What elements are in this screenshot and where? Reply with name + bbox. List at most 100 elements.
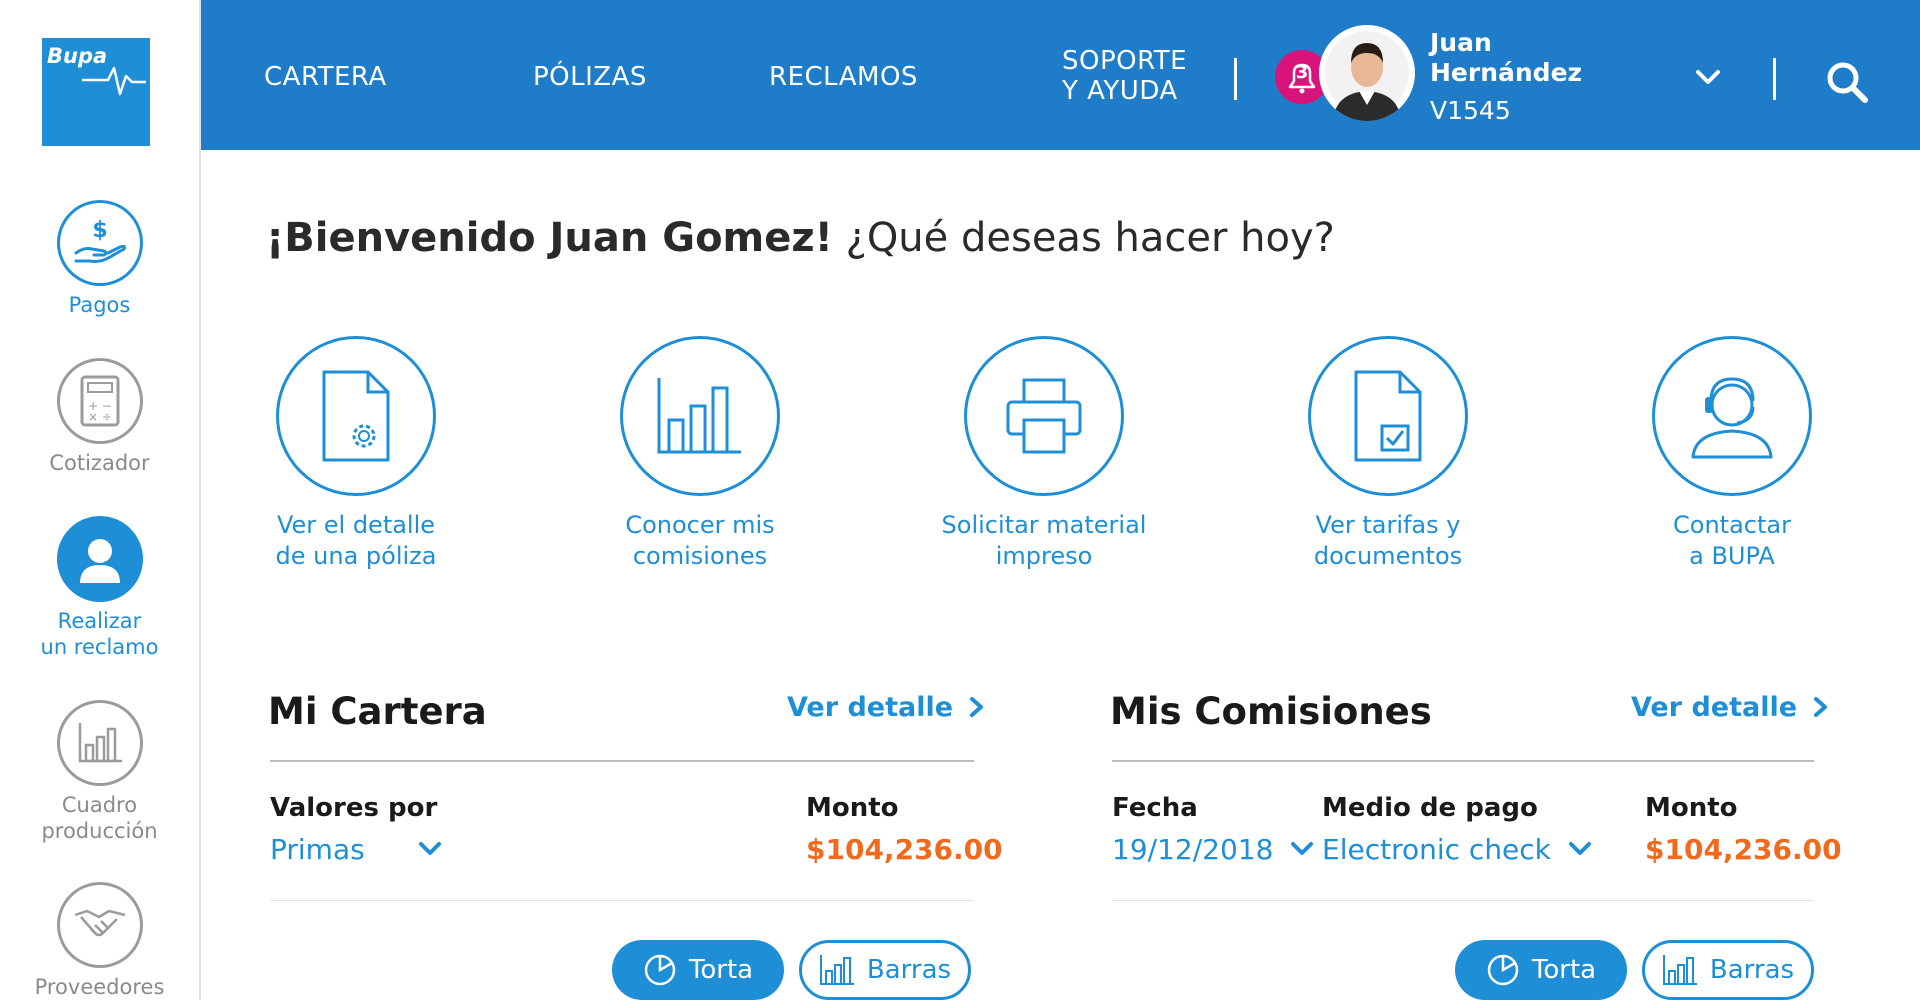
nav-reclamos[interactable]: RECLAMOS xyxy=(769,62,918,92)
handshake-icon xyxy=(74,909,125,937)
welcome-question: ¿Qué deseas hacer hoy? xyxy=(832,215,1335,261)
search-icon xyxy=(1827,62,1868,103)
cotizador-circle: + − × ÷ xyxy=(56,358,143,444)
heartbeat-icon xyxy=(82,66,146,96)
nav-soporte-line2: Y AYUDA xyxy=(1062,76,1178,106)
bar-chart-icon xyxy=(657,378,741,454)
fecha-select[interactable]: 19/12/2018 xyxy=(1112,833,1314,866)
sidebar-item-label-line1: Cuadro xyxy=(61,793,138,817)
fecha-value: 19/12/2018 xyxy=(1112,833,1274,866)
cartera-monto-label: Monto xyxy=(806,793,899,823)
comisiones-torta-button[interactable]: Torta xyxy=(1455,940,1627,1000)
action-tarifas-documentos[interactable]: Ver tarifas y documentos xyxy=(1238,336,1538,572)
action-label-line2: impreso xyxy=(995,542,1093,570)
cartera-barras-button[interactable]: Barras xyxy=(799,940,971,1000)
document-check-icon xyxy=(1354,370,1422,462)
svg-text:× ÷: × ÷ xyxy=(88,410,112,424)
action-label-line1: Ver el detalle xyxy=(276,511,436,539)
valores-por-select[interactable]: Primas xyxy=(270,833,442,866)
hand-dollar-icon: $ xyxy=(74,218,126,263)
header-divider xyxy=(1773,58,1776,100)
sidebar-item-label: Cotizador xyxy=(49,451,150,475)
sidebar-item-label: Pagos xyxy=(68,293,131,317)
comisiones-divider xyxy=(1112,760,1814,762)
comisiones-barras-button[interactable]: Barras xyxy=(1642,940,1814,1000)
search-button[interactable] xyxy=(1825,60,1869,104)
svg-text:$: $ xyxy=(92,218,107,243)
cartera-barras-label: Barras xyxy=(866,955,952,985)
pagos-circle: $ xyxy=(56,200,143,286)
sidebar-item-cuadro-produccion[interactable]: Cuadro producción xyxy=(0,700,199,844)
fecha-label: Fecha xyxy=(1112,793,1198,823)
action-circle xyxy=(276,336,436,496)
action-label-line1: Ver tarifas y xyxy=(1315,511,1461,539)
avatar[interactable] xyxy=(1319,25,1415,121)
chevron-down-icon xyxy=(1696,70,1720,84)
user-photo-icon xyxy=(1325,31,1409,121)
chevron-down-icon xyxy=(418,842,441,855)
cartera-monto-value: $104,236.00 xyxy=(806,833,1003,866)
action-label-line1: Conocer mis xyxy=(625,511,775,539)
cuadro-circle xyxy=(56,700,143,786)
action-ver-poliza[interactable]: Ver el detalle de una póliza xyxy=(206,336,506,572)
valores-por-label: Valores por xyxy=(270,793,438,823)
reclamo-circle xyxy=(56,516,143,602)
medio-pago-select[interactable]: Electronic check xyxy=(1322,833,1592,866)
cartera-row-divider xyxy=(270,900,974,901)
welcome-name: ¡Bienvenido Juan Gomez! xyxy=(266,215,833,261)
sidebar-item-cotizador[interactable]: + − × ÷ Cotizador xyxy=(0,358,199,476)
user-name[interactable]: Juan Hernández xyxy=(1430,28,1582,88)
user-first-name: Juan xyxy=(1430,28,1492,57)
chevron-right-icon xyxy=(970,697,984,717)
nav-cartera[interactable]: CARTERA xyxy=(264,62,387,92)
comisiones-ver-detalle-label: Ver detalle xyxy=(1631,692,1798,723)
cartera-torta-label: Torta xyxy=(688,955,754,985)
action-comisiones[interactable]: Conocer mis comisiones xyxy=(550,336,850,572)
nav-polizas[interactable]: PÓLIZAS xyxy=(533,62,647,92)
action-circle xyxy=(620,336,780,496)
action-circle xyxy=(1308,336,1468,496)
sidebar: Bupa $ Pagos + − × ÷ Cotizador Realizar … xyxy=(0,0,201,1000)
sidebar-item-label-line2: producción xyxy=(41,819,158,843)
policy-document-icon xyxy=(322,370,390,462)
headset-agent-icon xyxy=(79,535,120,583)
comisiones-torta-label: Torta xyxy=(1531,955,1597,985)
proveedores-circle xyxy=(56,882,143,968)
welcome-heading: ¡Bienvenido Juan Gomez! ¿Qué deseas hace… xyxy=(266,215,1335,261)
cartera-ver-detalle-label: Ver detalle xyxy=(787,692,954,723)
action-label-line1: Contactar xyxy=(1673,511,1791,539)
top-header: CARTERA PÓLIZAS RECLAMOS SOPORTE Y AYUDA… xyxy=(201,0,1920,150)
action-circle xyxy=(1652,336,1812,496)
user-last-name: Hernández xyxy=(1430,58,1583,87)
sidebar-item-pagos[interactable]: $ Pagos xyxy=(0,200,199,318)
cartera-ver-detalle-link[interactable]: Ver detalle xyxy=(787,692,986,723)
bar-chart-icon xyxy=(819,955,854,985)
printer-icon xyxy=(1006,378,1082,454)
calculator-icon: + − × ÷ xyxy=(80,375,119,427)
comisiones-monto-value: $104,236.00 xyxy=(1645,833,1842,866)
action-label-line2: comisiones xyxy=(632,542,768,570)
valores-por-value: Primas xyxy=(270,833,365,866)
nav-soporte-ayuda[interactable]: SOPORTE Y AYUDA xyxy=(1062,46,1187,106)
cartera-divider xyxy=(270,760,974,762)
action-circle xyxy=(964,336,1124,496)
bar-chart-icon xyxy=(1662,955,1697,985)
comisiones-title: Mis Comisiones xyxy=(1110,690,1432,733)
medio-pago-value: Electronic check xyxy=(1322,833,1551,866)
comisiones-monto-label: Monto xyxy=(1645,793,1738,823)
cartera-torta-button[interactable]: Torta xyxy=(612,940,784,1000)
sidebar-item-reclamo[interactable]: Realizar un reclamo xyxy=(0,516,199,660)
user-code: V1545 xyxy=(1430,96,1511,125)
action-material-impreso[interactable]: Solicitar material impreso xyxy=(894,336,1194,572)
pie-chart-icon xyxy=(644,954,676,986)
sidebar-item-proveedores[interactable]: Proveedores xyxy=(0,882,199,1000)
user-menu-toggle[interactable] xyxy=(1693,62,1723,92)
action-label-line2: de una póliza xyxy=(275,542,437,570)
comisiones-ver-detalle-link[interactable]: Ver detalle xyxy=(1631,692,1830,723)
support-agent-icon xyxy=(1691,377,1773,459)
bupa-logo[interactable]: Bupa xyxy=(42,38,150,146)
chevron-down-icon xyxy=(1568,842,1591,855)
sidebar-item-label: Proveedores xyxy=(34,975,165,999)
action-contactar-bupa[interactable]: Contactar a BUPA xyxy=(1582,336,1882,572)
action-label-line1: Solicitar material xyxy=(941,511,1147,539)
